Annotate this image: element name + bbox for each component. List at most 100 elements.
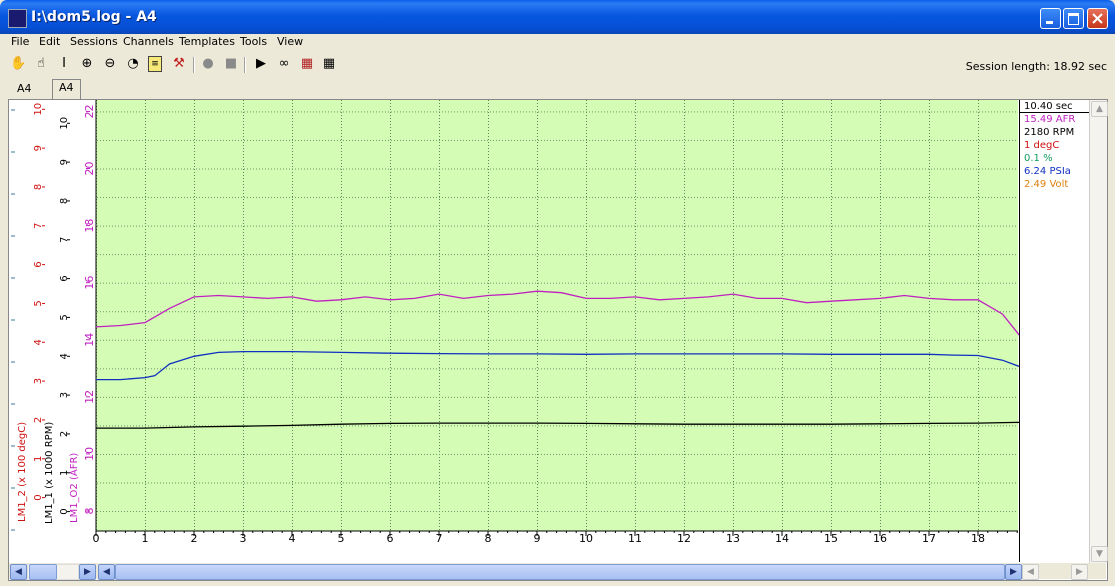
afr-tick-label: 8 bbox=[83, 508, 96, 515]
rpm-tick-label: 6 bbox=[59, 275, 70, 281]
x-tick-label: 13 bbox=[726, 532, 740, 545]
rpm-tick-label: 4 bbox=[59, 353, 70, 359]
chart-scroll-left-button[interactable]: ◀ bbox=[98, 564, 115, 580]
app-icon bbox=[8, 9, 27, 28]
afr-axis-label: LM1_O2 (AFR) bbox=[69, 453, 80, 523]
vertical-scrollbar[interactable]: ▲ ▼ bbox=[1089, 100, 1108, 563]
readout-value: 2180 RPM bbox=[1024, 127, 1075, 138]
afr-tick-label: 16 bbox=[83, 276, 96, 290]
maximize-button[interactable] bbox=[1063, 8, 1084, 29]
x-tick-label: 16 bbox=[873, 532, 887, 545]
x-tick-label: 1 bbox=[142, 532, 149, 545]
hand-pan-icon[interactable]: ✋ bbox=[10, 56, 26, 72]
rpm-tick-label: 7 bbox=[59, 237, 70, 243]
text-cursor-icon[interactable]: I bbox=[56, 56, 72, 72]
rpm-axis-label: LM1_1 (x 1000 RPM) bbox=[44, 422, 55, 524]
maximize-icon bbox=[1068, 13, 1079, 25]
temp-tick-label: 10 bbox=[33, 103, 44, 116]
afr-tick-label: 14 bbox=[83, 333, 96, 347]
title-bar[interactable]: I:\dom5.log - A4 bbox=[0, 0, 1115, 34]
x-tick-label: 5 bbox=[338, 532, 345, 545]
toolbar-separator bbox=[193, 57, 195, 73]
rpm-tick-label: 10 bbox=[59, 117, 70, 130]
chart-config-icon[interactable]: ▦ bbox=[299, 56, 315, 72]
rpm-tick-label: 3 bbox=[59, 392, 70, 398]
rpm-tick-label: 8 bbox=[59, 198, 70, 204]
chart-scroll-right-button[interactable]: ▶ bbox=[1005, 564, 1022, 580]
play-icon[interactable]: ▶ bbox=[253, 56, 269, 72]
toolbar-separator bbox=[244, 57, 246, 73]
table-icon[interactable]: ▦ bbox=[321, 56, 337, 72]
zoom-fit-icon[interactable]: ◔ bbox=[125, 56, 141, 72]
hand-grab-icon[interactable]: ☝ bbox=[33, 56, 49, 72]
readout-value: 0.1 % bbox=[1024, 153, 1053, 164]
menu-channels[interactable]: Channels bbox=[123, 35, 174, 48]
afr-tick-label: 18 bbox=[83, 219, 96, 233]
plot-area bbox=[96, 100, 1018, 531]
x-tick-label: 2 bbox=[191, 532, 198, 545]
left-scroll-left-button[interactable]: ◀ bbox=[10, 564, 27, 580]
readout-value: 6.24 PSIa bbox=[1024, 166, 1071, 177]
readout-value: 2.49 Volt bbox=[1024, 179, 1069, 190]
tab-a4-first[interactable]: A4 bbox=[11, 81, 38, 97]
menu-file[interactable]: File bbox=[11, 35, 29, 48]
temp-axis-label: LM1_2 (x 100 degC) bbox=[17, 422, 28, 522]
temp-tick-label: 9 bbox=[33, 145, 44, 151]
zoom-in-icon[interactable]: ⊕ bbox=[79, 56, 95, 72]
left-scroll-right-button[interactable]: ▶ bbox=[79, 564, 96, 580]
temp-tick-label: 6 bbox=[33, 261, 44, 267]
zoom-out-icon[interactable]: ⊖ bbox=[102, 56, 118, 72]
menu-tools[interactable]: Tools bbox=[240, 35, 267, 48]
temp-tick-label: 3 bbox=[33, 378, 44, 384]
x-tick-label: 17 bbox=[922, 532, 936, 545]
scroll-up-button[interactable]: ▲ bbox=[1091, 101, 1108, 117]
readout-scroll-left-button[interactable]: ◀ bbox=[1022, 564, 1039, 580]
x-tick-label: 9 bbox=[534, 532, 541, 545]
minimize-icon bbox=[1046, 21, 1053, 24]
readout-value: 1 degC bbox=[1024, 140, 1060, 151]
close-button[interactable] bbox=[1087, 8, 1108, 29]
scroll-down-button[interactable]: ▼ bbox=[1091, 546, 1108, 562]
x-tick-label: 10 bbox=[579, 532, 593, 545]
x-tick-label: 3 bbox=[240, 532, 247, 545]
temp-tick-label: 7 bbox=[33, 223, 44, 229]
binoculars-icon[interactable]: ∞ bbox=[276, 56, 292, 72]
afr-tick-label: 22 bbox=[83, 104, 96, 118]
temp-tick-label: 0 bbox=[33, 494, 44, 500]
readout-value: 15.49 AFR bbox=[1024, 114, 1076, 125]
menu-bar: File Edit Sessions Channels Templates To… bbox=[0, 34, 1115, 52]
menu-sessions[interactable]: Sessions bbox=[70, 35, 118, 48]
x-tick-label: 15 bbox=[824, 532, 838, 545]
toolbar: ✋ ☝ I ⊕ ⊖ ◔ ≡ ⚒ ● ■ ▶ ∞ ▦ ▦ Session leng… bbox=[0, 52, 1115, 79]
x-tick-label: 14 bbox=[775, 532, 789, 545]
cursor-readout-panel: 10.40 sec 15.49 AFR 2180 RPM 1 degC 0.1 % 6.2… bbox=[1019, 100, 1098, 562]
x-tick-label: 8 bbox=[485, 532, 492, 545]
left-scroll-thumb[interactable] bbox=[29, 564, 57, 580]
menu-templates[interactable]: Templates bbox=[179, 35, 235, 48]
record-icon[interactable]: ● bbox=[200, 56, 216, 72]
session-length: Session length: 18.92 sec bbox=[965, 60, 1107, 73]
tab-a4-active[interactable]: A4 bbox=[52, 79, 81, 99]
x-tick-label: 6 bbox=[387, 532, 394, 545]
stop-icon[interactable]: ■ bbox=[223, 56, 239, 72]
horizontal-scrollbars: ◀ ▶ ◀ ▶ ◀ ▶ bbox=[9, 563, 1106, 580]
window-title: I:\dom5.log - A4 bbox=[31, 9, 157, 25]
notes-icon[interactable]: ≡ bbox=[148, 56, 162, 72]
temp-tick-label: 5 bbox=[33, 300, 44, 306]
tab-row: A4 A4 bbox=[8, 79, 1106, 100]
chart-scroll-thumb[interactable] bbox=[115, 564, 1005, 580]
afr-tick-label: 20 bbox=[83, 162, 96, 176]
rpm-tick-label: 5 bbox=[59, 314, 70, 320]
temp-tick-label: 8 bbox=[33, 184, 44, 190]
cursor-tool-icon[interactable]: ⚒ bbox=[171, 56, 187, 72]
temp-tick-label: 2 bbox=[33, 417, 44, 423]
close-icon bbox=[1092, 13, 1103, 24]
minimize-button[interactable] bbox=[1040, 8, 1061, 29]
temp-tick-label: 4 bbox=[33, 339, 44, 345]
chart-svg[interactable]: 0 1 2 3 4 5 6 7 8 9 10 11 12 13 14 15 16 17 18 81012141618… bbox=[9, 100, 1019, 563]
rpm-tick-label: 9 bbox=[59, 159, 70, 165]
menu-view[interactable]: View bbox=[277, 35, 303, 48]
readout-scroll-right-button[interactable]: ▶ bbox=[1071, 564, 1088, 580]
menu-edit[interactable]: Edit bbox=[39, 35, 60, 48]
app-window: I:\dom5.log - A4 File Edit Sessions Chan… bbox=[0, 0, 1115, 586]
